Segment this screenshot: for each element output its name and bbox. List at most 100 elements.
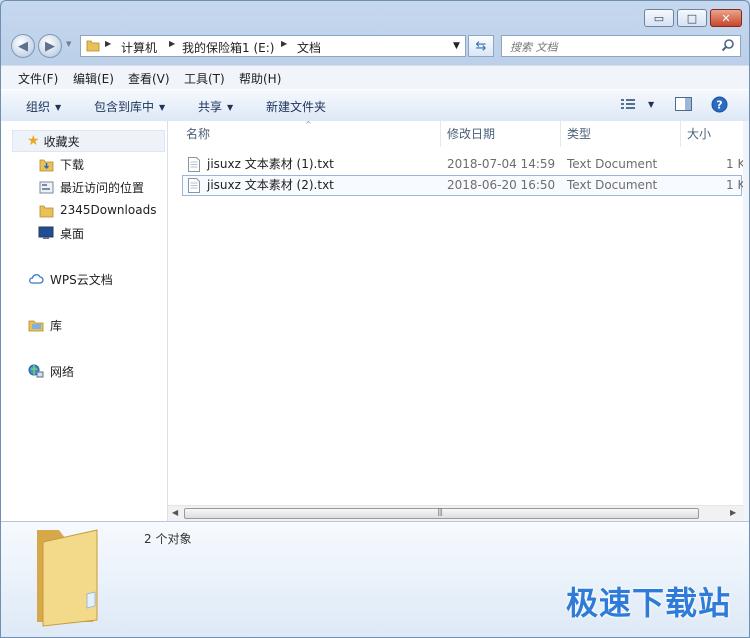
column-header-name[interactable]: 名称 xyxy=(180,121,441,147)
column-header-modified[interactable]: 修改日期 xyxy=(441,121,561,147)
sidebar-item-label: 网络 xyxy=(50,364,75,379)
address-dropdown-icon[interactable]: ▼ xyxy=(453,41,460,51)
column-header-type[interactable]: 类型 xyxy=(561,121,681,147)
command-bar: 组织 ▼ 包含到库中 ▼ 共享 ▼ 新建文件夹 ▼ ? xyxy=(1,89,749,122)
scrollbar-thumb[interactable]: ||| xyxy=(184,507,699,519)
desktop-icon xyxy=(38,225,54,241)
search-input[interactable] xyxy=(508,38,712,56)
address-row: ◀ ▶ ▼ ▶ 计算机 ▶ 我的保险箱1 (E:) ▶ 文档 ▼ ⇆ xyxy=(1,31,749,65)
maximize-icon: □ xyxy=(686,11,698,25)
refresh-button[interactable]: ⇆ xyxy=(468,35,494,57)
address-bar[interactable]: ▶ 计算机 ▶ 我的保险箱1 (E:) ▶ 文档 ▼ xyxy=(80,35,466,57)
include-in-library-label: 包含到库中 xyxy=(94,100,155,114)
new-folder-button[interactable]: 新建文件夹 xyxy=(266,98,326,115)
sidebar-item-downloads[interactable]: 下载 xyxy=(38,154,84,174)
sidebar-item-network[interactable]: 网络 xyxy=(28,361,74,381)
help-button[interactable]: ? xyxy=(711,96,728,116)
breadcrumb-drive[interactable]: 我的保险箱1 (E:) xyxy=(182,39,274,56)
minimize-icon: ▭ xyxy=(653,11,665,25)
sidebar-item-label: 库 xyxy=(50,318,63,333)
sidebar-favorites[interactable]: ★ 收藏夹 xyxy=(12,130,165,152)
share-button[interactable]: 共享 ▼ xyxy=(198,98,233,115)
breadcrumb-computer[interactable]: 计算机 xyxy=(121,39,157,56)
chevron-down-icon: ▼ xyxy=(227,103,234,112)
crumb-separator-icon[interactable]: ▶ xyxy=(169,39,175,48)
sidebar-item-recent-places[interactable]: 最近访问的位置 xyxy=(38,177,144,197)
horizontal-scrollbar[interactable]: ◀ ||| ▶ xyxy=(168,505,743,522)
sidebar-item-label: WPS云文档 xyxy=(50,272,113,287)
column-header-size[interactable]: 大小 xyxy=(681,121,743,147)
folder-icon xyxy=(86,39,100,52)
scroll-left-icon[interactable]: ◀ xyxy=(172,508,178,517)
svg-text:?: ? xyxy=(716,99,722,112)
file-name: jisuxz 文本素材 (2).txt xyxy=(207,178,334,192)
column-header-label: 修改日期 xyxy=(447,127,496,141)
search-icon[interactable] xyxy=(721,38,735,55)
help-icon: ? xyxy=(711,96,728,113)
crumb-separator-icon[interactable]: ▶ xyxy=(105,39,111,48)
crumb-separator-icon[interactable]: ▶ xyxy=(281,39,287,48)
text-file-icon xyxy=(188,178,200,200)
sidebar-item-wps-cloud[interactable]: WPS云文档 xyxy=(28,269,113,289)
back-button[interactable]: ◀ xyxy=(11,34,35,58)
share-label: 共享 xyxy=(198,100,223,114)
file-row[interactable]: jisuxz 文本素材 (1).txt 2018-07-04 14:59 Tex… xyxy=(182,154,745,175)
scroll-right-icon[interactable]: ▶ xyxy=(730,508,736,517)
chevron-down-icon: ▼ xyxy=(55,103,62,112)
star-icon: ★ xyxy=(27,133,40,149)
sidebar-favorites-label: 收藏夹 xyxy=(43,134,80,149)
vertical-scrollbar[interactable] xyxy=(743,121,749,521)
preview-pane-button[interactable] xyxy=(675,97,693,115)
downloads-folder-icon xyxy=(38,156,54,172)
folder-icon xyxy=(38,202,54,218)
menu-file[interactable]: 文件(F) xyxy=(18,70,58,87)
file-type: Text Document xyxy=(567,157,658,171)
cloud-icon xyxy=(28,271,44,287)
file-name: jisuxz 文本素材 (1).txt xyxy=(207,157,334,171)
sidebar-item-label: 2345Downloads xyxy=(60,203,157,217)
network-icon xyxy=(28,363,44,379)
view-options-button[interactable]: ▼ xyxy=(620,97,654,111)
view-list-icon xyxy=(621,99,635,109)
file-modified: 2018-07-04 14:59 xyxy=(447,157,556,171)
sidebar-item-desktop[interactable]: 桌面 xyxy=(38,223,84,243)
file-type: Text Document xyxy=(567,178,658,192)
sidebar-item-libraries[interactable]: 库 xyxy=(28,315,62,335)
menu-view[interactable]: 查看(V) xyxy=(128,70,170,87)
library-icon xyxy=(28,317,44,333)
menu-tools[interactable]: 工具(T) xyxy=(184,70,225,87)
refresh-icon: ⇆ xyxy=(475,38,487,54)
chevron-down-icon: ▼ xyxy=(648,99,655,109)
grip-icon: ||| xyxy=(437,507,443,516)
include-in-library-button[interactable]: 包含到库中 ▼ xyxy=(94,98,165,115)
large-folder-icon xyxy=(31,524,127,631)
menu-bar: 文件(F) 编辑(E) 查看(V) 工具(T) 帮助(H) xyxy=(1,65,749,90)
breadcrumb-documents[interactable]: 文档 xyxy=(297,39,321,56)
column-header-label: 大小 xyxy=(687,127,712,141)
file-list-pane: ^ 名称 修改日期 类型 大小 jisuxz 文本素材 (1).txt 2018… xyxy=(168,120,745,522)
search-box[interactable] xyxy=(501,35,741,57)
sidebar-item-label: 最近访问的位置 xyxy=(60,180,145,195)
maximize-button[interactable]: □ xyxy=(677,9,707,27)
sidebar-item-label: 桌面 xyxy=(60,226,85,241)
preview-pane-icon xyxy=(675,97,692,111)
details-pane: 2 个对象 极速下载站 xyxy=(1,521,749,637)
file-modified: 2018-06-20 16:50 xyxy=(447,178,556,192)
forward-button[interactable]: ▶ xyxy=(38,34,62,58)
recent-places-icon xyxy=(38,179,54,195)
sidebar-item-2345downloads[interactable]: 2345Downloads xyxy=(38,200,156,220)
file-row[interactable]: jisuxz 文本素材 (2).txt 2018-06-20 16:50 Tex… xyxy=(182,175,745,196)
explorer-window: ▭ □ ✕ ◀ ▶ ▼ ▶ 计算机 ▶ 我的保险箱1 (E:) ▶ 文档 ▼ ⇆ xyxy=(0,0,750,638)
recent-pages-dropdown-icon[interactable]: ▼ xyxy=(66,40,71,48)
close-button[interactable]: ✕ xyxy=(710,9,742,27)
menu-edit[interactable]: 编辑(E) xyxy=(73,70,114,87)
organize-label: 组织 xyxy=(26,100,51,114)
minimize-button[interactable]: ▭ xyxy=(644,9,674,27)
watermark-text: 极速下载站 xyxy=(565,584,731,622)
organize-button[interactable]: 组织 ▼ xyxy=(26,98,61,115)
sidebar-item-label: 下载 xyxy=(60,157,85,172)
column-header-label: 名称 xyxy=(186,127,211,141)
menu-help[interactable]: 帮助(H) xyxy=(239,70,281,87)
column-header-label: 类型 xyxy=(567,127,592,141)
close-icon: ✕ xyxy=(721,11,731,25)
